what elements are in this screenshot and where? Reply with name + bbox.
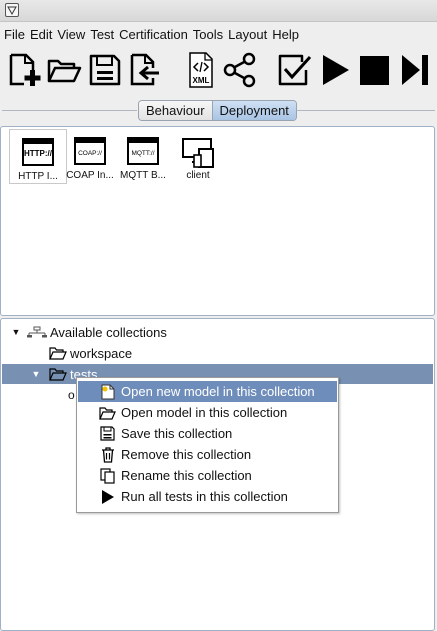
menu-file[interactable]: File — [3, 27, 29, 42]
copy-icon — [100, 467, 115, 484]
menu-save-collection[interactable]: Save this collection — [78, 423, 337, 444]
save-icon — [89, 54, 121, 86]
collapse-arrow-icon[interactable]: ▼ — [11, 327, 21, 337]
menu-help[interactable]: Help — [271, 27, 303, 42]
menu-bar: File Edit View Test Certification Tools … — [0, 24, 437, 44]
component-palette: HTTP:// HTTP I... COAP:// COAP In... MQT… — [0, 126, 435, 316]
browser-window-icon: MQTT:// — [127, 137, 159, 165]
component-icon-text: COAP:// — [78, 150, 102, 157]
menu-item-label: Save this collection — [121, 426, 233, 441]
view-tabs: Behaviour Deployment — [138, 100, 297, 121]
component-coap[interactable]: COAP:// COAP In... — [61, 129, 119, 184]
tab-behaviour[interactable]: Behaviour — [139, 101, 212, 120]
tree-node-workspace[interactable]: workspace — [2, 343, 433, 363]
tree-root-label: Available collections — [50, 324, 167, 340]
menu-item-label: Open model in this collection — [121, 405, 288, 420]
stop-button[interactable] — [356, 51, 394, 89]
export-icon — [130, 53, 159, 86]
xml-file-icon: XML — [189, 52, 213, 88]
menu-item-label: Remove this collection — [121, 447, 252, 462]
tree-child-label: o — [68, 388, 75, 402]
devices-icon — [182, 138, 214, 168]
component-icon-text: MQTT:// — [131, 150, 154, 157]
tab-deployment[interactable]: Deployment — [211, 101, 296, 120]
component-label: COAP In... — [66, 170, 114, 181]
trash-icon — [101, 446, 114, 463]
menu-test[interactable]: Test — [89, 27, 118, 42]
window-menu-button[interactable] — [5, 3, 19, 17]
folder-icon — [49, 347, 67, 360]
context-menu: Open new model in this collection Open m… — [76, 377, 339, 513]
menu-open-model[interactable]: Open model in this collection — [78, 402, 337, 423]
menu-run-all-tests[interactable]: Run all tests in this collection — [78, 486, 337, 507]
network-icon — [27, 326, 47, 338]
collapse-arrow-icon[interactable]: ▼ — [31, 369, 41, 379]
component-http[interactable]: HTTP:// HTTP I... — [9, 129, 67, 184]
tree-node-label: workspace — [70, 345, 133, 361]
browser-window-icon: HTTP:// — [22, 138, 54, 166]
component-label: HTTP I... — [18, 171, 58, 182]
tab-divider — [297, 110, 435, 111]
component-mqtt[interactable]: MQTT:// MQTT B... — [114, 129, 172, 184]
xml-button[interactable]: XML — [182, 51, 220, 89]
component-label: client — [186, 170, 210, 181]
menu-remove-collection[interactable]: Remove this collection — [78, 444, 337, 465]
share-icon — [223, 52, 256, 88]
run-button[interactable] — [316, 51, 354, 89]
xml-icon-label: XML — [193, 76, 210, 85]
new-model-icon — [101, 384, 114, 399]
triangle-down-icon — [7, 6, 17, 16]
new-file-icon — [9, 53, 41, 86]
menu-tools[interactable]: Tools — [192, 27, 227, 42]
menu-item-label: Open new model in this collection — [121, 384, 315, 399]
checkbox-icon — [278, 54, 312, 86]
new-model-button[interactable] — [5, 51, 43, 89]
play-icon — [101, 489, 114, 504]
browser-window-icon: COAP:// — [74, 137, 106, 165]
menu-item-label: Run all tests in this collection — [121, 489, 288, 504]
share-button[interactable] — [220, 51, 258, 89]
tree-node-root[interactable]: ▼ Available collections — [2, 322, 433, 342]
title-bar — [0, 0, 437, 22]
component-client[interactable]: client — [169, 129, 227, 184]
validate-button[interactable] — [275, 51, 313, 89]
menu-rename-collection[interactable]: Rename this collection — [78, 465, 337, 486]
menu-layout[interactable]: Layout — [227, 27, 271, 42]
save-icon — [100, 426, 115, 441]
menu-certification[interactable]: Certification — [118, 27, 192, 42]
menu-view[interactable]: View — [56, 27, 89, 42]
menu-open-new-model[interactable]: Open new model in this collection — [78, 381, 337, 402]
menu-item-label: Rename this collection — [121, 468, 252, 483]
step-forward-icon — [402, 55, 428, 85]
component-label: MQTT B... — [120, 170, 166, 181]
component-icon-text: HTTP:// — [24, 149, 53, 158]
tab-divider — [2, 110, 137, 111]
step-forward-button[interactable] — [396, 51, 434, 89]
save-button[interactable] — [86, 51, 124, 89]
folder-icon — [49, 368, 67, 381]
stop-icon — [360, 56, 389, 85]
play-icon — [323, 55, 349, 85]
menu-edit[interactable]: Edit — [29, 27, 56, 42]
open-folder-icon — [99, 406, 116, 420]
open-button[interactable] — [45, 51, 83, 89]
open-folder-icon — [47, 59, 82, 83]
export-button[interactable] — [125, 51, 163, 89]
